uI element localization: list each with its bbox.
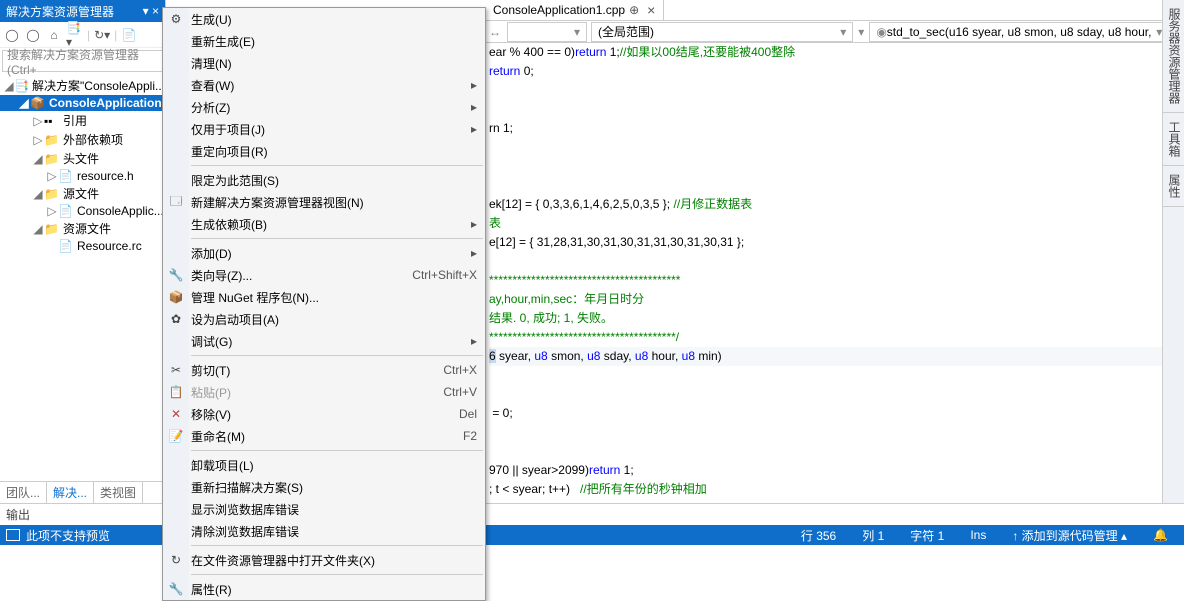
- tree-solution[interactable]: ◢📑解决方案"ConsoleAppli...: [0, 76, 165, 95]
- menu-item[interactable]: ✂剪切(T)Ctrl+X: [163, 359, 485, 381]
- tab-classview[interactable]: 类视图: [94, 482, 143, 503]
- panel-title-bar[interactable]: 解决方案资源管理器 ▾ ×: [0, 0, 165, 22]
- right-tool-tabs: 服务器资源管理器 工具箱 属性: [1162, 0, 1184, 503]
- menu-item[interactable]: 添加(D)▸: [163, 242, 485, 264]
- nav-scope-combo[interactable]: (全局范围)▾: [591, 22, 853, 42]
- panel-title: 解决方案资源管理器: [6, 3, 114, 20]
- menu-item[interactable]: 限定为此范围(S): [163, 169, 485, 191]
- tab-team[interactable]: 团队...: [0, 482, 47, 503]
- refresh-icon[interactable]: ↻▾: [93, 26, 111, 44]
- tree-refs[interactable]: ▷▪▪引用: [0, 111, 165, 130]
- notification-icon[interactable]: 🔔: [1143, 528, 1178, 542]
- status-icon: [6, 529, 20, 541]
- h-file-icon: 📄: [58, 169, 74, 183]
- tab-toolbox[interactable]: 工具箱: [1163, 113, 1184, 166]
- context-menu: ⚙生成(U)重新生成(E)清理(N)查看(W)▸分析(Z)▸仅用于项目(J)▸重…: [162, 7, 486, 601]
- tree-project[interactable]: ◢📦ConsoleApplication: [0, 95, 165, 111]
- search-placeholder: 搜索解决方案资源管理器(Ctrl+: [7, 46, 158, 77]
- menu-item[interactable]: 重定向项目(R): [163, 140, 485, 162]
- menu-item[interactable]: ↻在文件资源管理器中打开文件夹(X): [163, 549, 485, 571]
- tree-resource-rc[interactable]: 📄Resource.rc: [0, 238, 165, 254]
- status-ins: Ins: [960, 528, 996, 542]
- nav-member-combo[interactable]: ◉ std_to_sec(u16 syear, u8 smon, u8 sday…: [869, 22, 1169, 42]
- folder-icon: 📁: [44, 187, 60, 201]
- fwd-icon[interactable]: ◯: [24, 26, 42, 44]
- menu-item[interactable]: 📋粘贴(P)Ctrl+V: [163, 381, 485, 403]
- home-icon[interactable]: ⌂: [45, 26, 63, 44]
- solution-explorer-panel: 解决方案资源管理器 ▾ × ◯ ◯ ⌂ 📑▾ | ↻▾ | 📄 搜索解决方案资源…: [0, 0, 166, 503]
- tab-filename: ConsoleApplication1.cpp: [493, 3, 625, 17]
- menu-item[interactable]: 🗔新建解决方案资源管理器视图(N): [163, 191, 485, 213]
- sync-icon[interactable]: 📑▾: [66, 26, 84, 44]
- menu-item[interactable]: ✿设为启动项目(A): [163, 308, 485, 330]
- tree-sources[interactable]: ◢📁源文件: [0, 184, 165, 203]
- solution-icon: 📑: [14, 79, 29, 93]
- pin-icon[interactable]: ⊕: [629, 3, 639, 17]
- nav-left-combo[interactable]: ▾: [507, 22, 587, 42]
- tree-headers[interactable]: ◢📁头文件: [0, 149, 165, 168]
- source-control-button[interactable]: ↑ 添加到源代码管理 ▴: [1002, 527, 1137, 544]
- panel-toolbar: ◯ ◯ ⌂ 📑▾ | ↻▾ | 📄: [0, 22, 165, 48]
- menu-item[interactable]: 🔧属性(R): [163, 578, 485, 600]
- menu-item[interactable]: 📦管理 NuGet 程序包(N)...: [163, 286, 485, 308]
- menu-item[interactable]: 重新生成(E): [163, 30, 485, 52]
- menu-item[interactable]: 清理(N): [163, 52, 485, 74]
- tab-properties[interactable]: 属性: [1163, 166, 1184, 207]
- folder-icon: 📁: [44, 133, 60, 147]
- panel-bottom-tabs: 团队... 解决... 类视图: [0, 481, 165, 503]
- cpp-file-icon: 📄: [58, 204, 74, 218]
- folder-icon: 📁: [44, 152, 60, 166]
- menu-item[interactable]: 卸载项目(L): [163, 454, 485, 476]
- solution-tree: ◢📑解决方案"ConsoleAppli... ◢📦ConsoleApplicat…: [0, 74, 165, 481]
- menu-item[interactable]: 📝重命名(M)F2: [163, 425, 485, 447]
- tab-server-explorer[interactable]: 服务器资源管理器: [1163, 0, 1184, 113]
- menu-item[interactable]: 显示浏览数据库错误: [163, 498, 485, 520]
- tab-solution[interactable]: 解决...: [47, 482, 94, 503]
- menu-item[interactable]: 重新扫描解决方案(S): [163, 476, 485, 498]
- showall-icon[interactable]: 📄: [120, 26, 138, 44]
- panel-menu-icon[interactable]: ▾ ×: [143, 4, 159, 18]
- menu-item[interactable]: ⚙生成(U): [163, 8, 485, 30]
- menu-item[interactable]: 查看(W)▸: [163, 74, 485, 96]
- refs-icon: ▪▪: [44, 114, 60, 128]
- menu-item[interactable]: 生成依赖项(B)▸: [163, 213, 485, 235]
- tree-external[interactable]: ▷📁外部依赖项: [0, 130, 165, 149]
- tree-resources[interactable]: ◢📁资源文件: [0, 219, 165, 238]
- tree-resource-h[interactable]: ▷📄resource.h: [0, 168, 165, 184]
- close-icon[interactable]: ×: [647, 2, 655, 18]
- nav-back-icon[interactable]: ↔: [485, 25, 505, 39]
- menu-item[interactable]: 清除浏览数据库错误: [163, 520, 485, 542]
- back-icon[interactable]: ◯: [3, 26, 21, 44]
- rc-file-icon: 📄: [58, 239, 74, 253]
- folder-icon: 📁: [44, 222, 60, 236]
- code-editor[interactable]: ear % 400 == 0)return 1;//如果以00结尾,还要能被40…: [485, 43, 1170, 503]
- editor-tabs-bar: ConsoleApplication1.cpp ⊕ × ▾: [485, 0, 1184, 21]
- status-preview-text: 此项不支持预览: [26, 527, 110, 544]
- menu-item[interactable]: ✕移除(V)Del: [163, 403, 485, 425]
- menu-item[interactable]: 🔧类向导(Z)...Ctrl+Shift+X: [163, 264, 485, 286]
- panel-search-input[interactable]: 搜索解决方案资源管理器(Ctrl+: [2, 50, 163, 72]
- menu-item[interactable]: 调试(G)▸: [163, 330, 485, 352]
- nav-bar: ↔ ▾ (全局范围)▾ ▾ ◉ std_to_sec(u16 syear, u8…: [485, 21, 1184, 43]
- editor-tab[interactable]: ConsoleApplication1.cpp ⊕ ×: [485, 0, 664, 20]
- tree-console-cpp[interactable]: ▷📄ConsoleApplic...: [0, 203, 165, 219]
- menu-item[interactable]: 仅用于项目(J)▸: [163, 118, 485, 140]
- menu-item[interactable]: 分析(Z)▸: [163, 96, 485, 118]
- project-icon: 📦: [30, 96, 46, 110]
